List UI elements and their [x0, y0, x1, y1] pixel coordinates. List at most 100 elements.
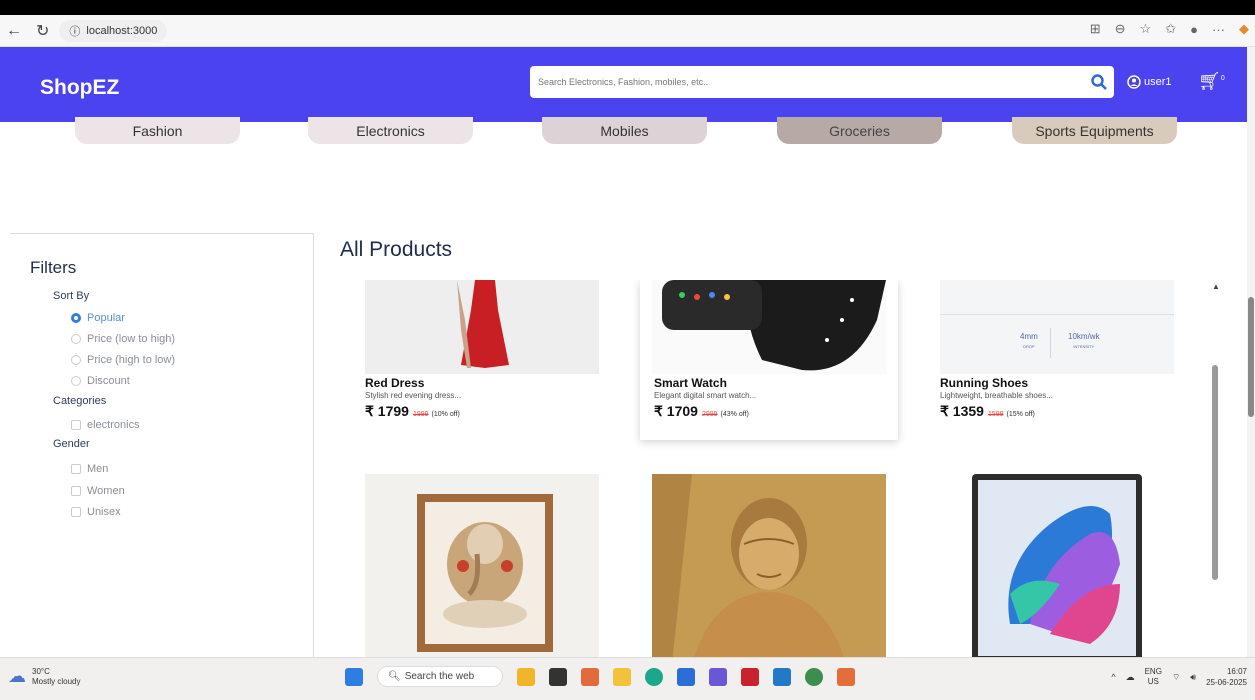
user-name: user1 — [1144, 76, 1172, 88]
product-mrp: 2999 — [701, 411, 718, 418]
taskbar-search[interactable]: 🔍︎ Search the web — [377, 666, 504, 687]
product-mrp: 1599 — [987, 411, 1004, 418]
weather-text: Mostly cloudy — [32, 676, 81, 686]
category-sports-equipments[interactable]: Sports Equipments — [1012, 117, 1177, 144]
radio-icon — [71, 313, 81, 323]
radio-icon — [71, 376, 81, 386]
product-card-running-shoes[interactable]: 4mm DROP 10km/wk INTENSITY Running Shoes L… — [940, 280, 1175, 430]
product-description: Elegant digital smart watch... — [654, 391, 757, 400]
profile-icon[interactable]: ● — [1190, 22, 1198, 37]
language-indicator[interactable]: ENG US — [1145, 667, 1162, 687]
back-icon[interactable]: ← — [6, 22, 22, 40]
photos-icon[interactable] — [709, 667, 728, 686]
product-price: ₹ 1359 1599 (15% off) — [940, 403, 1035, 419]
cloud-icon: ☁ — [8, 666, 26, 686]
sort-option-popular[interactable]: Popular — [71, 312, 125, 324]
product-mrp: 1999 — [412, 411, 429, 418]
gender-label: Gender — [53, 438, 90, 450]
product-image — [652, 280, 886, 374]
cloud-sync-icon[interactable]: ☁ — [1126, 672, 1135, 683]
product-image — [970, 474, 1144, 660]
product-card-smart-watch[interactable]: Smart Watch Elegant digital smart watch.… — [640, 280, 898, 440]
product-card-red-dress[interactable]: Red Dress Stylish red evening dress... ₹… — [365, 280, 600, 430]
info-icon: ⓘ — [69, 25, 81, 38]
sort-by-label: Sort By — [53, 290, 90, 302]
address-bar[interactable]: ⓘ localhost:3000 — [59, 19, 168, 42]
volume-icon[interactable]: 🔊︎ — [1190, 672, 1196, 683]
products-title: All Products — [340, 238, 453, 261]
weather-widget[interactable]: ☁ 30°C Mostly cloudy — [8, 666, 80, 687]
scrollbar-thumb[interactable] — [1212, 365, 1218, 580]
widgets-icon[interactable] — [517, 667, 536, 686]
product-list-scrollbar[interactable]: ▲ — [1210, 280, 1222, 660]
sort-option-discount[interactable]: Discount — [71, 375, 130, 387]
url-text: localhost:3000 — [86, 24, 158, 37]
gender-option-unisex[interactable]: Unisex — [71, 506, 121, 518]
search-input[interactable] — [530, 77, 1084, 87]
search-icon: 🔍︎ — [388, 671, 401, 682]
cart-count: 0 — [1220, 75, 1225, 82]
vscode-icon[interactable] — [773, 667, 792, 686]
clock[interactable]: 16:07 25-06-2025 — [1206, 666, 1247, 688]
category-strip: Fashion Electronics Mobiles Groceries Sp… — [0, 117, 1247, 147]
category-option-electronics[interactable]: electronics — [71, 419, 140, 431]
copilot-icon[interactable]: ◆ — [1239, 21, 1249, 37]
zoom-icon[interactable]: ⊖ — [1115, 21, 1126, 37]
product-discount: (15% off) — [1006, 411, 1035, 418]
taskbar-apps: 🔍︎ Search the web — [345, 666, 856, 687]
gender-option-women[interactable]: Women — [71, 485, 125, 497]
windows-start-icon[interactable] — [345, 667, 363, 686]
favorites-icon[interactable]: ✩ — [1165, 21, 1176, 37]
search-button[interactable] — [1084, 67, 1114, 97]
favorite-icon[interactable]: ☆ — [1140, 21, 1152, 37]
windows-taskbar: ☁ 30°C Mostly cloudy 🔍︎ Search the web ^ ☁… — [0, 657, 1255, 700]
store-icon[interactable] — [677, 667, 696, 686]
product-image — [365, 474, 599, 660]
product-card-ganesha-painting[interactable] — [365, 474, 600, 660]
product-price: ₹ 1799 1999 (10% off) — [365, 403, 460, 419]
user-menu[interactable]: user1 — [1127, 75, 1172, 89]
page-scrollbar[interactable] — [1247, 47, 1255, 657]
chrome-icon[interactable] — [805, 667, 824, 686]
cart-button[interactable]: 🛒︎0 — [1198, 71, 1225, 92]
refresh-icon[interactable]: ↻ — [36, 21, 49, 41]
shoe-stat-intensity: 10km/wk INTENSITY — [1068, 332, 1100, 349]
search-icon — [1091, 74, 1107, 90]
browser-toolbar: ← ↻ ⓘ localhost:3000 ⊞ ⊖ ☆ ✩ ● ··· ◆ — [0, 15, 1255, 47]
sort-option-price-high-low[interactable]: Price (high to low) — [71, 354, 175, 366]
sort-option-price-low-high[interactable]: Price (low to high) — [71, 333, 175, 345]
radio-icon — [71, 355, 81, 365]
wifi-icon[interactable]: ⌔ — [1172, 672, 1180, 683]
chevron-up-icon[interactable]: ^ — [1111, 672, 1115, 682]
git-icon[interactable] — [837, 667, 856, 686]
edge-icon[interactable] — [645, 667, 664, 686]
category-groceries[interactable]: Groceries — [777, 117, 942, 144]
product-price: ₹ 1709 2999 (43% off) — [654, 403, 749, 419]
system-tray: ^ ☁ ENG US ⌔ 🔊︎ 16:07 25-06-2025 — [1111, 666, 1247, 688]
weather-temp: 30°C — [32, 666, 50, 676]
checkbox-icon — [71, 420, 81, 430]
mcafee-icon[interactable] — [741, 667, 760, 686]
apps-icon[interactable]: ⊞ — [1090, 21, 1101, 37]
category-fashion[interactable]: Fashion — [75, 117, 240, 144]
checkbox-icon — [71, 464, 81, 474]
brand-logo[interactable]: ShopEZ — [40, 76, 119, 100]
site-header: ShopEZ user1 🛒︎0 — [0, 47, 1247, 122]
gender-option-men[interactable]: Men — [71, 463, 108, 475]
page-scrollbar-thumb[interactable] — [1248, 297, 1254, 417]
screen-top-bar — [0, 0, 1255, 15]
task-view-icon[interactable] — [549, 667, 568, 686]
category-mobiles[interactable]: Mobiles — [542, 117, 707, 144]
user-icon — [1127, 75, 1141, 89]
category-electronics[interactable]: Electronics — [308, 117, 473, 144]
product-card-buddha-statue[interactable] — [652, 474, 886, 660]
file-explorer-icon[interactable] — [613, 667, 632, 686]
product-discount: (43% off) — [720, 411, 749, 418]
copilot-icon[interactable] — [581, 667, 600, 686]
product-discount: (10% off) — [431, 411, 460, 418]
product-card-laptop[interactable] — [970, 474, 1145, 660]
filters-title: Filters — [30, 258, 77, 277]
more-icon[interactable]: ··· — [1212, 22, 1225, 37]
scroll-up-icon[interactable]: ▲ — [1212, 282, 1220, 291]
radio-icon — [71, 334, 81, 344]
